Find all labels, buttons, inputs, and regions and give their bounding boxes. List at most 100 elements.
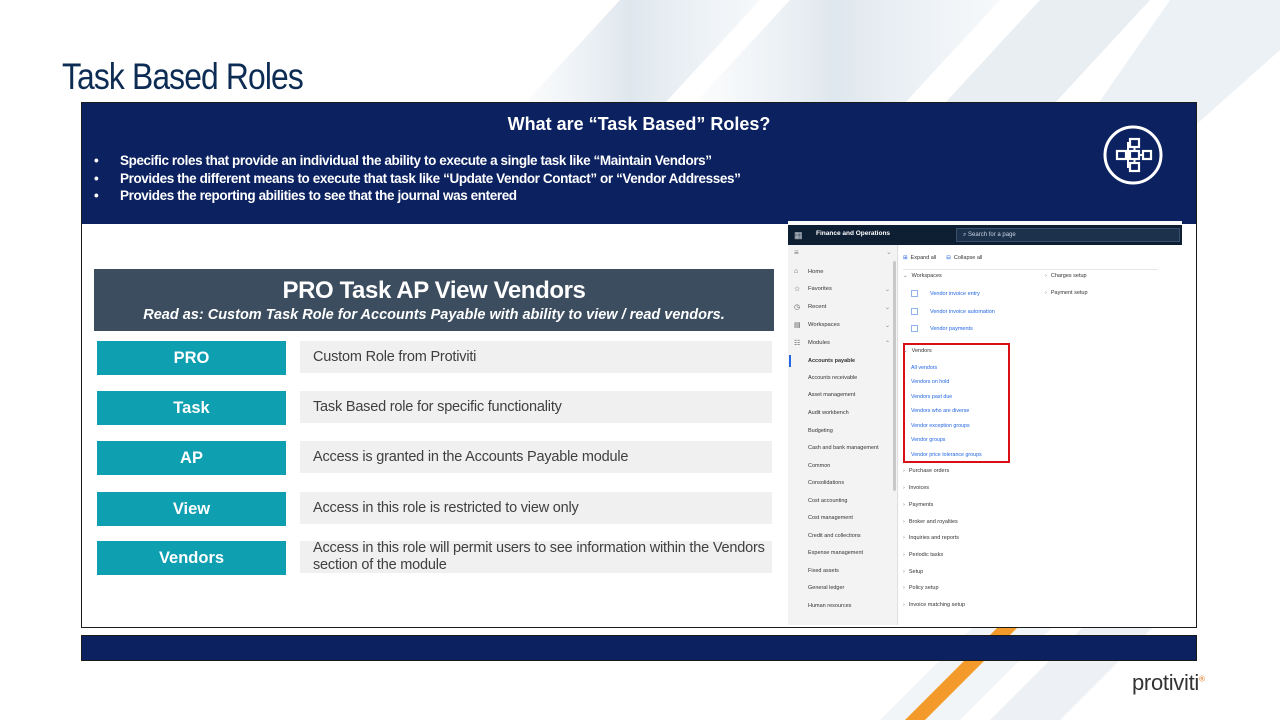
vendor-link[interactable]: Vendor exception groups — [911, 423, 970, 429]
vendor-link[interactable]: Vendor price tolerance groups — [911, 452, 982, 458]
module-item[interactable]: Accounts receivable — [808, 375, 857, 381]
d365-toolbar: ⊞ Expand all ⊟ Collapse all — [903, 255, 982, 261]
nav-scrollbar[interactable] — [893, 261, 896, 491]
waffle-icon[interactable]: ▦ — [794, 230, 804, 240]
workspace-link[interactable]: Vendor payments — [911, 325, 973, 332]
content-panel: What are “Task Based” Roles? • Specific r… — [81, 102, 1197, 628]
selected-indicator — [789, 355, 791, 367]
slide-title: Task Based Roles — [62, 56, 304, 97]
home-icon: ⌂ — [794, 268, 799, 275]
d365-top-bar: ▦ Finance and Operations ⌕ Search for a … — [788, 225, 1182, 245]
tile-icon — [911, 308, 918, 315]
term-label: PRO — [97, 341, 286, 375]
module-item[interactable]: Asset management — [808, 392, 855, 398]
tile-icon — [911, 290, 918, 297]
tile-icon — [911, 325, 918, 332]
section-header[interactable]: › Broker and royalties — [903, 519, 958, 525]
vendors-highlight-box — [903, 343, 1010, 463]
divider — [903, 269, 1158, 270]
module-item[interactable]: Cost accounting — [808, 498, 847, 504]
module-item[interactable]: Audit workbench — [808, 410, 849, 416]
term-row-view: View Access in this role is restricted t… — [97, 492, 772, 526]
module-item[interactable]: Consolidations — [808, 480, 844, 486]
term-label: Vendors — [97, 541, 286, 575]
section-header[interactable]: › Purchase orders — [903, 468, 949, 474]
role-read-as: Read as: Custom Task Role for Accounts P… — [143, 307, 725, 323]
nav-item-home[interactable]: ⌂ Home — [794, 268, 890, 275]
chevron-down-icon: ⌄ — [884, 304, 890, 311]
chevron-right-icon: › — [903, 468, 905, 474]
vendor-link[interactable]: Vendors past due — [911, 394, 952, 400]
term-row-pro: PRO Custom Role from Protiviti — [97, 341, 772, 375]
vendor-link[interactable]: All vendors — [911, 365, 937, 371]
chevron-down-icon: ⌄ — [903, 348, 908, 354]
module-item[interactable]: Expense management — [808, 550, 863, 556]
chevron-right-icon: › — [903, 519, 905, 525]
module-item[interactable]: General ledger — [808, 585, 844, 591]
vendor-link[interactable]: Vendors on hold — [911, 379, 949, 385]
chevron-right-icon: › — [1045, 290, 1047, 296]
nav-item-favorites[interactable]: ☆ Favorites ⌄ — [794, 285, 890, 293]
hamburger-icon[interactable]: ≡ — [794, 248, 799, 257]
term-description: Task Based role for specific functionali… — [300, 391, 772, 423]
bullet-item: • Specific roles that provide an individu… — [94, 153, 712, 168]
d365-main-area: ⊞ Expand all ⊟ Collapse all ⌄ Workspaces Ve… — [899, 245, 1182, 625]
section-payment-setup[interactable]: › Payment setup — [1045, 290, 1088, 296]
chevron-right-icon: › — [903, 585, 905, 591]
section-charges-setup[interactable]: › Charges setup — [1045, 273, 1087, 279]
chevron-right-icon: › — [1045, 273, 1047, 279]
star-icon: ☆ — [794, 286, 801, 293]
term-description: Custom Role from Protiviti — [300, 341, 772, 373]
module-accounts-payable[interactable]: Accounts payable — [808, 358, 855, 364]
module-item[interactable]: Fixed assets — [808, 568, 839, 574]
section-header[interactable]: › Invoices — [903, 485, 929, 491]
section-header[interactable]: › Periodic tasks — [903, 552, 943, 558]
module-item[interactable]: Cash and bank management — [808, 445, 879, 451]
collapse-icon: ⊟ — [946, 255, 951, 261]
header-band: What are “Task Based” Roles? • Specific r… — [82, 103, 1196, 224]
term-label: AP — [97, 441, 286, 475]
nav-item-modules[interactable]: ☷ Modules ⌃ — [794, 339, 890, 347]
d365-search-input[interactable]: ⌕ Search for a page — [956, 228, 1180, 242]
d365-screenshot: ▦ Finance and Operations ⌕ Search for a … — [788, 221, 1182, 625]
vendor-link[interactable]: Vendors who are diverse — [911, 408, 969, 414]
chevron-right-icon: › — [903, 485, 905, 491]
expand-all-button[interactable]: ⊞ Expand all — [903, 255, 936, 261]
module-item[interactable]: Cost management — [808, 515, 853, 521]
chevron-right-icon: › — [903, 502, 905, 508]
nav-item-recent[interactable]: ◷ Recent ⌄ — [794, 303, 890, 311]
section-header[interactable]: › Payments — [903, 502, 933, 508]
workspace-link[interactable]: Vendor invoice automation — [911, 308, 995, 315]
module-item[interactable]: Budgeting — [808, 428, 833, 434]
chevron-down-icon: ⌄ — [884, 322, 890, 329]
term-row-vendors: Vendors Access in this role will permit … — [97, 540, 772, 575]
section-header[interactable]: › Inquiries and reports — [903, 535, 959, 541]
section-header[interactable]: › Policy setup — [903, 585, 939, 591]
section-workspaces[interactable]: ⌄ Workspaces — [903, 273, 942, 279]
chevron-down-icon[interactable]: ⌄ — [886, 248, 892, 256]
term-row-task: Task Task Based role for specific functi… — [97, 391, 772, 425]
term-description: Access in this role is restricted to vie… — [300, 492, 772, 524]
nav-item-workspaces[interactable]: ▤ Workspaces ⌄ — [794, 321, 890, 329]
chevron-down-icon: ⌄ — [884, 286, 890, 293]
term-description: Access is granted in the Accounts Payabl… — [300, 441, 772, 473]
bullet-item: • Provides the reporting abilities to see… — [94, 188, 517, 203]
vendor-link[interactable]: Vendor groups — [911, 437, 945, 443]
module-item[interactable]: Common — [808, 463, 830, 469]
chevron-down-icon: ⌄ — [903, 273, 908, 279]
section-vendors[interactable]: ⌄ Vendors — [903, 348, 932, 354]
workflow-hierarchy-icon — [1103, 125, 1163, 185]
d365-nav-pane: ≡ ⌄ ⌂ Home ☆ Favorites ⌄ ◷ Recent ⌄ ▤ Workspac… — [788, 245, 898, 625]
collapse-all-button[interactable]: ⊟ Collapse all — [946, 255, 982, 261]
section-header[interactable]: › Invoice matching setup — [903, 602, 965, 608]
bullet-list: • Specific roles that provide an individu… — [94, 152, 741, 205]
d365-app-name: Finance and Operations — [816, 230, 891, 237]
module-item[interactable]: Human resources — [808, 603, 851, 609]
workspace-link[interactable]: Vendor invoice entry — [911, 290, 980, 297]
role-name: PRO Task AP View Vendors — [282, 277, 586, 304]
module-item[interactable]: Credit and collections — [808, 533, 861, 539]
role-name-banner: PRO Task AP View Vendors Read as: Custom… — [94, 269, 774, 331]
term-label: Task — [97, 391, 286, 425]
clock-icon: ◷ — [794, 304, 801, 311]
section-header[interactable]: › Setup — [903, 569, 923, 575]
